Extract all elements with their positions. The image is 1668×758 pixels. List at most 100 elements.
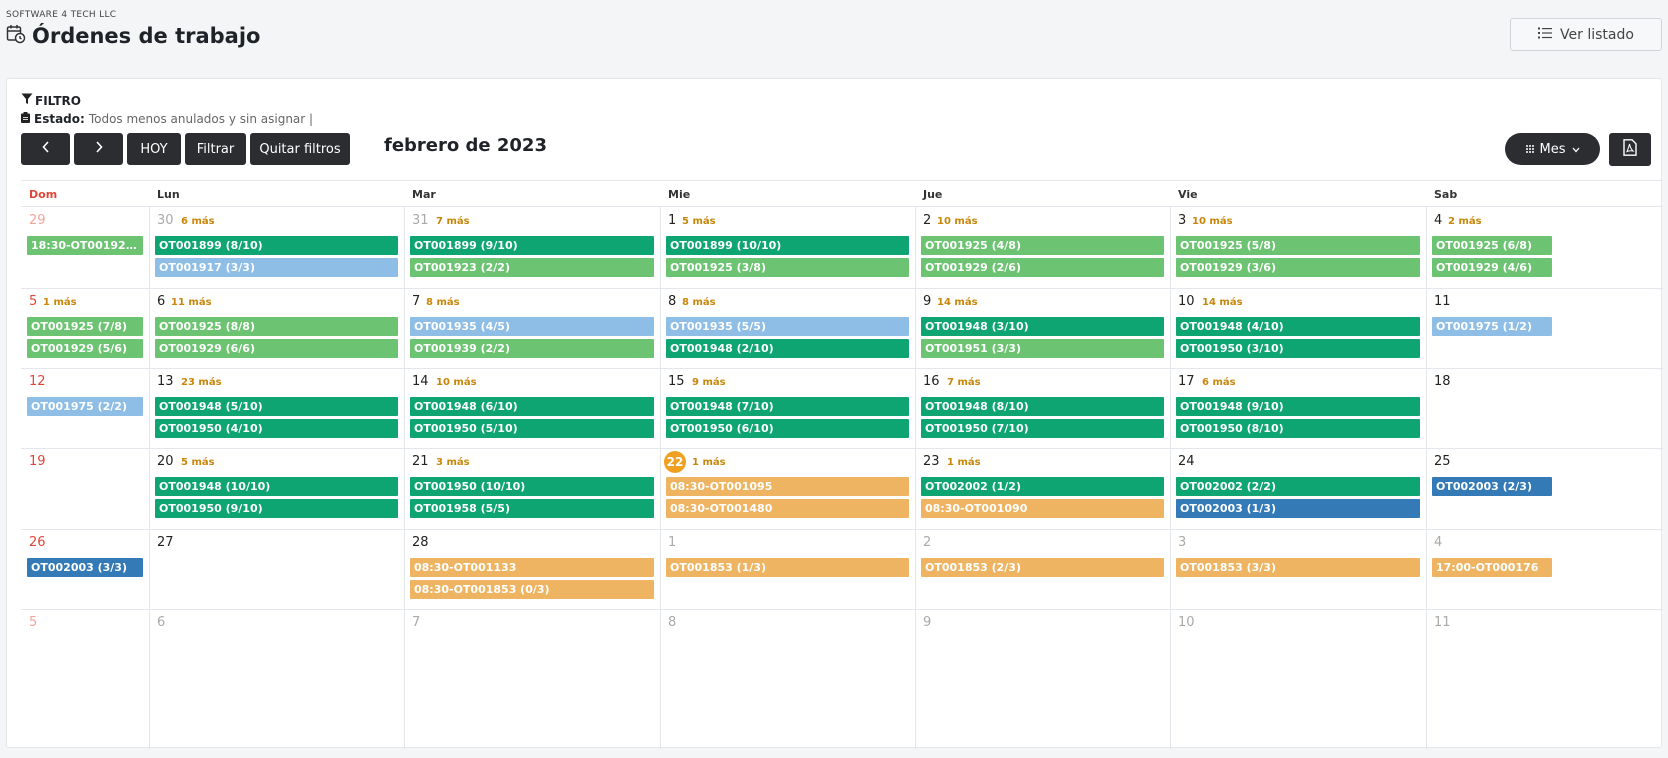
calendar-event[interactable]: OT001951 (3/3) [921,339,1164,358]
more-events-link[interactable]: 8 más [682,297,716,308]
calendar-event[interactable]: OT001923 (2/2) [410,258,654,277]
day-number[interactable]: 10 [1178,294,1195,309]
calendar-event[interactable]: OT001899 (8/10) [155,236,398,255]
day-number[interactable]: 5 [29,294,37,309]
day-number[interactable]: 19 [29,454,46,469]
day-number[interactable]: 18 [1434,374,1451,389]
day-number[interactable]: 6 [157,294,165,309]
calendar-event[interactable]: 08:30-OT001480 [666,499,909,518]
calendar-event[interactable]: OT001929 (4/6) [1432,258,1552,277]
day-number[interactable]: 3 [1178,535,1186,550]
day-number[interactable]: 23 [923,454,940,469]
calendar-event[interactable]: OT001925 (5/8) [1176,236,1420,255]
calendar-event[interactable]: OT002003 (3/3) [27,558,143,577]
day-number[interactable]: 4 [1434,535,1442,550]
quitar-filtros-button[interactable]: Quitar filtros [250,133,350,165]
calendar-event[interactable]: OT001948 (6/10) [410,397,654,416]
more-events-link[interactable]: 5 más [682,216,716,227]
day-number[interactable]: 27 [157,535,174,550]
calendar-event[interactable]: 08:30-OT001095 [666,477,909,496]
ver-listado-button[interactable]: Ver listado [1510,18,1662,51]
day-number[interactable]: 8 [668,615,676,630]
more-events-link[interactable]: 7 más [947,377,981,388]
calendar-event[interactable]: OT001899 (10/10) [666,236,909,255]
calendar-event[interactable]: OT001950 (5/10) [410,419,654,438]
calendar-event[interactable]: OT001950 (9/10) [155,499,398,518]
more-events-link[interactable]: 14 más [937,297,978,308]
more-events-link[interactable]: 3 más [436,457,470,468]
day-number[interactable]: 26 [29,535,46,550]
calendar-event[interactable]: OT001925 (4/8) [921,236,1164,255]
day-number[interactable]: 21 [412,454,429,469]
calendar-event[interactable]: OT001925 (3/8) [666,258,909,277]
more-events-link[interactable]: 10 más [436,377,477,388]
calendar-event[interactable]: OT001929 (5/6) [27,339,143,358]
calendar-event[interactable]: OT001948 (8/10) [921,397,1164,416]
pdf-export-button[interactable] [1609,133,1651,166]
calendar-event[interactable]: OT001935 (5/5) [666,317,909,336]
calendar-event[interactable]: OT001950 (8/10) [1176,419,1420,438]
prev-button[interactable] [21,133,70,165]
next-button[interactable] [74,133,123,165]
more-events-link[interactable]: 1 más [947,457,981,468]
day-number[interactable]: 1 [668,213,676,228]
more-events-link[interactable]: 6 más [181,216,215,227]
day-number[interactable]: 7 [412,294,420,309]
more-events-link[interactable]: 2 más [1448,216,1482,227]
calendar-event[interactable]: 18:30-OT001925 (0... [27,236,143,255]
calendar-event[interactable]: OT001917 (3/3) [155,258,398,277]
calendar-event[interactable]: OT001929 (2/6) [921,258,1164,277]
day-number[interactable]: 1 [668,535,676,550]
more-events-link[interactable]: 6 más [1202,377,1236,388]
view-select-button[interactable]: Mes [1505,133,1600,165]
more-events-link[interactable]: 1 más [692,457,726,468]
day-number[interactable]: 24 [1178,454,1195,469]
day-number[interactable]: 9 [923,294,931,309]
calendar-event[interactable]: OT002003 (1/3) [1176,499,1420,518]
calendar-event[interactable]: OT001929 (6/6) [155,339,398,358]
more-events-link[interactable]: 8 más [426,297,460,308]
filtrar-button[interactable]: Filtrar [185,133,246,165]
day-number[interactable]: 7 [412,615,420,630]
more-events-link[interactable]: 10 más [1192,216,1233,227]
day-number[interactable]: 5 [29,615,37,630]
day-number[interactable]: 10 [1178,615,1195,630]
calendar-event[interactable]: 08:30-OT001853 (0/3) [410,580,654,599]
day-number[interactable]: 11 [1434,615,1451,630]
day-number[interactable]: 8 [668,294,676,309]
calendar-event[interactable]: OT002003 (2/3) [1432,477,1552,496]
calendar-event[interactable]: OT001950 (10/10) [410,477,654,496]
hoy-button[interactable]: HOY [127,133,181,165]
more-events-link[interactable]: 7 más [436,216,470,227]
more-events-link[interactable]: 5 más [181,457,215,468]
day-number[interactable]: 2 [923,213,931,228]
day-number[interactable]: 12 [29,374,46,389]
day-number[interactable]: 9 [923,615,931,630]
calendar-event[interactable]: OT001948 (5/10) [155,397,398,416]
day-number[interactable]: 30 [157,213,174,228]
day-number[interactable]: 17 [1178,374,1195,389]
calendar-event[interactable]: OT001939 (2/2) [410,339,654,358]
calendar-event[interactable]: OT001853 (3/3) [1176,558,1420,577]
day-number[interactable]: 13 [157,374,174,389]
calendar-event[interactable]: OT001948 (2/10) [666,339,909,358]
more-events-link[interactable]: 10 más [937,216,978,227]
calendar-event[interactable]: OT001853 (2/3) [921,558,1164,577]
more-events-link[interactable]: 23 más [181,377,222,388]
day-number[interactable]: 14 [412,374,429,389]
calendar-event[interactable]: OT001929 (3/6) [1176,258,1420,277]
day-number[interactable]: 3 [1178,213,1186,228]
day-number[interactable]: 29 [29,213,46,228]
calendar-event[interactable]: OT001948 (9/10) [1176,397,1420,416]
more-events-link[interactable]: 14 más [1202,297,1243,308]
day-number[interactable]: 16 [923,374,940,389]
calendar-event[interactable]: OT001925 (8/8) [155,317,398,336]
day-number[interactable]: 31 [412,213,429,228]
calendar-event[interactable]: OT001935 (4/5) [410,317,654,336]
day-number[interactable]: 15 [668,374,685,389]
calendar-event[interactable]: OT001853 (1/3) [666,558,909,577]
calendar-event[interactable]: OT002002 (2/2) [1176,477,1420,496]
day-number[interactable]: 4 [1434,213,1442,228]
calendar-event[interactable]: 08:30-OT001133 [410,558,654,577]
day-number[interactable]: 20 [157,454,174,469]
